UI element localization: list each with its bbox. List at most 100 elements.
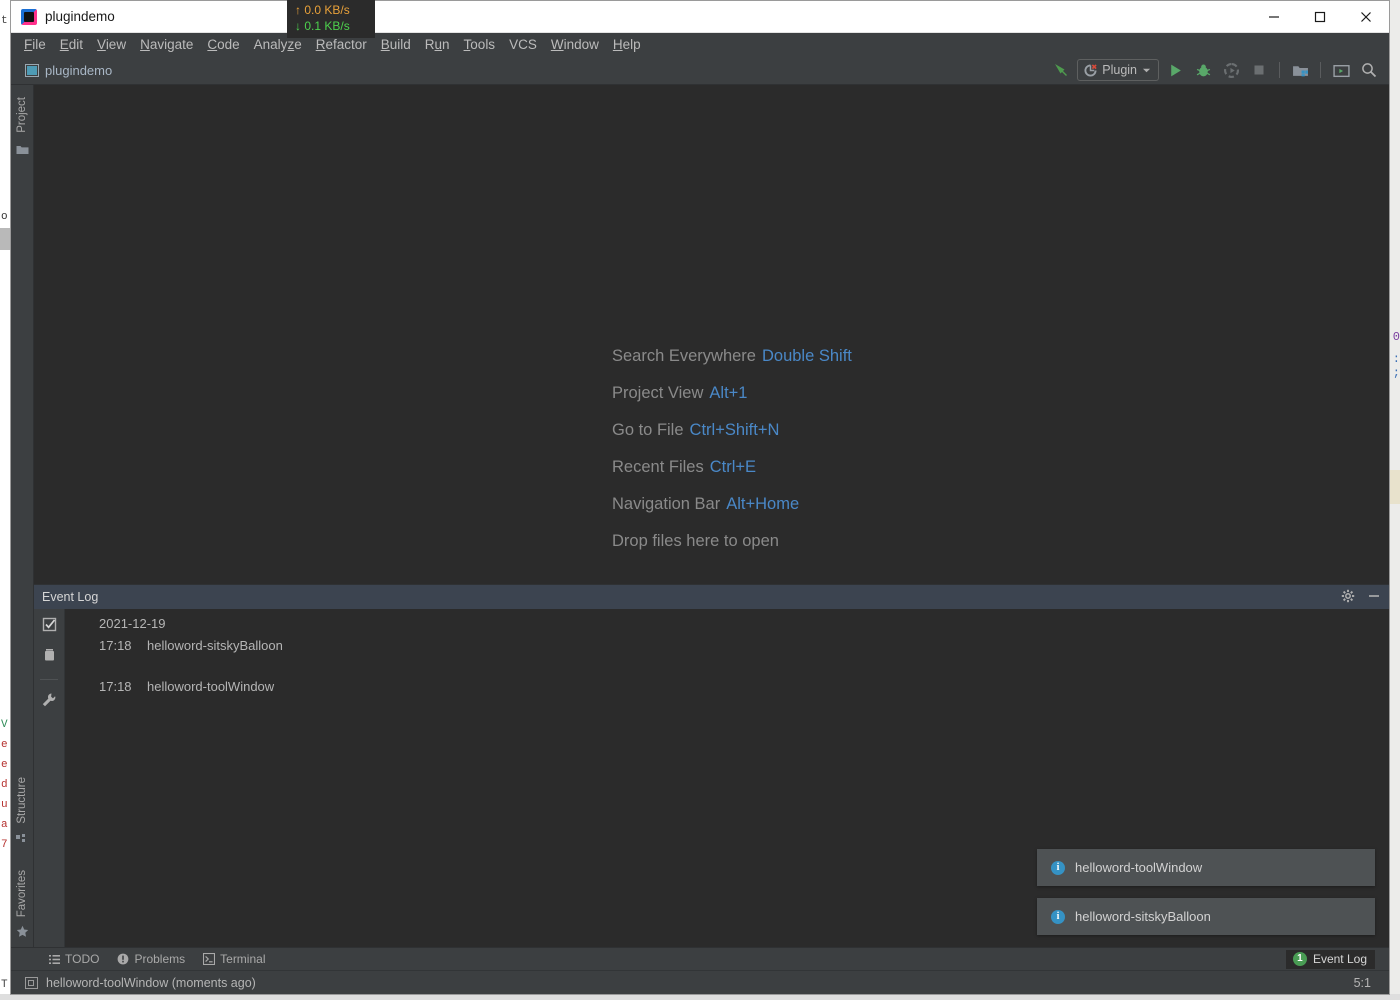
hint-action-label: Project View: [612, 384, 704, 402]
run-configuration-label: Plugin: [1102, 63, 1137, 77]
menu-run[interactable]: Run: [418, 35, 457, 54]
event-log-entry[interactable]: 17:18 helloword-sitskyBalloon: [65, 635, 1389, 657]
event-log-body: 2021-12-19 17:18 helloword-sitskyBalloon…: [34, 609, 1389, 947]
bottom-bar-items: TODO Problems Terminal: [11, 952, 266, 966]
build-hammer-icon[interactable]: [1049, 59, 1073, 81]
hint-shortcut: Ctrl+Shift+N: [689, 421, 780, 439]
hint-drop-files: Drop files here to open: [612, 532, 852, 551]
event-log-entry[interactable]: 17:18 helloword-toolWindow: [65, 676, 1389, 698]
menu-navigate[interactable]: Navigate: [133, 35, 200, 54]
bg-char-5: d: [1, 779, 8, 791]
left-tool-window-strip: Project Structure Favorites: [11, 85, 34, 947]
sidebar-item-project[interactable]: Project: [16, 91, 28, 139]
bg-char-8: 7: [1, 839, 8, 851]
hint-action-label: Search Everywhere: [612, 347, 756, 365]
run-icon[interactable]: [1163, 59, 1187, 81]
tool-window-button-todo[interactable]: TODO: [49, 952, 99, 966]
hint-shortcut: Ctrl+E: [709, 458, 757, 476]
hint-shortcut: Double Shift: [761, 347, 852, 365]
menu-build[interactable]: Build: [374, 35, 418, 54]
menu-vcs[interactable]: VCS: [502, 35, 544, 54]
terminal-icon: [203, 953, 216, 965]
bg-char-3: e: [1, 739, 8, 751]
network-download-speed: ↓ 0.1 KB/s: [295, 19, 350, 33]
bottom-bar-label: Terminal: [220, 952, 266, 966]
menu-help[interactable]: Help: [606, 35, 648, 54]
screen-root: t o V e e d u a 7 T 0 : ; plugindemo Fil…: [0, 0, 1400, 1000]
window-title: plugindemo: [45, 9, 115, 24]
run-with-coverage-icon[interactable]: [1219, 59, 1243, 81]
menu-file[interactable]: File: [17, 35, 53, 54]
toolbar-separator-1: [1279, 62, 1280, 78]
hint-project-view: Project View Alt+1: [612, 384, 852, 403]
menu-tools[interactable]: Tools: [457, 35, 503, 54]
sidebar-item-structure[interactable]: Structure: [16, 771, 28, 830]
status-bar-message[interactable]: helloword-toolWindow (moments ago): [46, 976, 256, 990]
tool-window-button-event-log[interactable]: 1 Event Log: [1285, 949, 1375, 969]
gear-icon[interactable]: [1341, 589, 1355, 606]
project-folder-icon[interactable]: [16, 143, 29, 161]
event-log-date: 2021-12-19: [99, 616, 166, 631]
event-log-tool-window: Event Log 2021-12-19 17:18 helloword-sit…: [34, 584, 1389, 947]
menu-window[interactable]: Window: [544, 35, 606, 54]
stop-icon[interactable]: [1247, 59, 1271, 81]
menu-code[interactable]: Code: [200, 35, 246, 54]
info-icon: i: [1051, 909, 1065, 924]
star-icon[interactable]: [16, 925, 29, 943]
breadcrumb[interactable]: plugindemo: [11, 63, 112, 78]
network-upload-speed: ↑ 0.0 KB/s: [295, 3, 350, 17]
event-log-entry-time: 17:18: [99, 638, 132, 653]
caret-position[interactable]: 5:1: [1354, 971, 1371, 994]
search-everywhere-icon[interactable]: [1357, 59, 1381, 81]
bg-char-6: u: [1, 799, 8, 811]
ide-window: plugindemo File Edit View Navigate Code …: [10, 0, 1390, 995]
tool-window-icon: [25, 976, 38, 989]
intellij-idea-icon: [21, 8, 37, 25]
open-terminal-icon[interactable]: [1329, 59, 1353, 81]
close-button[interactable]: [1343, 1, 1389, 32]
run-configuration-selector[interactable]: Plugin: [1077, 59, 1159, 81]
event-log-entry-message: helloword-toolWindow: [147, 679, 275, 694]
hint-shortcut: Alt+Home: [726, 495, 800, 513]
menu-bar: File Edit View Navigate Code Analyze Ref…: [11, 33, 1389, 56]
structure-icon[interactable]: [16, 832, 28, 850]
menu-edit[interactable]: Edit: [53, 35, 90, 54]
hint-action-label: Recent Files: [612, 458, 704, 476]
toolbar-separator-2: [1320, 62, 1321, 78]
event-log-title: Event Log: [42, 590, 99, 604]
mark-all-read-icon[interactable]: [42, 617, 57, 637]
notification-balloon[interactable]: i helloword-toolWindow: [1037, 849, 1375, 886]
main-toolbar: Plugin: [1049, 56, 1381, 84]
hint-action-label: Navigation Bar: [612, 495, 721, 513]
event-log-tab-label: Event Log: [1312, 951, 1367, 966]
network-speed-overlay: ↑ 0.0 KB/s ↓ 0.1 KB/s: [287, 0, 375, 38]
minimize-button[interactable]: [1251, 1, 1297, 32]
project-structure-icon[interactable]: [1288, 59, 1312, 81]
debug-bug-icon[interactable]: [1191, 59, 1215, 81]
event-log-content[interactable]: 2021-12-19 17:18 helloword-sitskyBalloon…: [65, 609, 1389, 947]
status-bar: helloword-toolWindow (moments ago) 5:1: [11, 970, 1389, 994]
tool-window-button-terminal[interactable]: Terminal: [203, 952, 266, 966]
clear-all-trash-icon[interactable]: [42, 647, 57, 667]
menu-view[interactable]: View: [90, 35, 133, 54]
hint-action-label: Drop files here to open: [612, 532, 779, 550]
tool-window-button-problems[interactable]: Problems: [117, 952, 185, 966]
window-controls: [1251, 1, 1389, 32]
bottom-bar-label: Problems: [134, 952, 186, 966]
gutter-separator: [40, 679, 58, 680]
notification-balloon[interactable]: i helloword-sitskyBalloon: [1037, 898, 1375, 935]
todo-list-icon: [49, 954, 60, 964]
event-log-spacer: [65, 657, 1389, 676]
settings-wrench-icon[interactable]: [41, 692, 57, 713]
bg-right-char-2: ;: [1392, 366, 1400, 380]
maximize-button[interactable]: [1297, 1, 1343, 32]
hide-minimize-icon[interactable]: [1367, 589, 1381, 606]
bg-char-0: t: [1, 15, 8, 27]
empty-editor-area[interactable]: Search Everywhere Double Shift Project Vi…: [34, 85, 1389, 584]
status-badge: 1: [1292, 951, 1307, 966]
hint-go-to-file: Go to File Ctrl+Shift+N: [612, 421, 852, 440]
title-bar: plugindemo: [11, 1, 1389, 33]
event-log-entry-message: helloword-sitskyBalloon: [147, 638, 283, 653]
sidebar-item-favorites[interactable]: Favorites: [16, 864, 28, 923]
bottom-bar-right: 1 Event Log: [1285, 948, 1375, 970]
